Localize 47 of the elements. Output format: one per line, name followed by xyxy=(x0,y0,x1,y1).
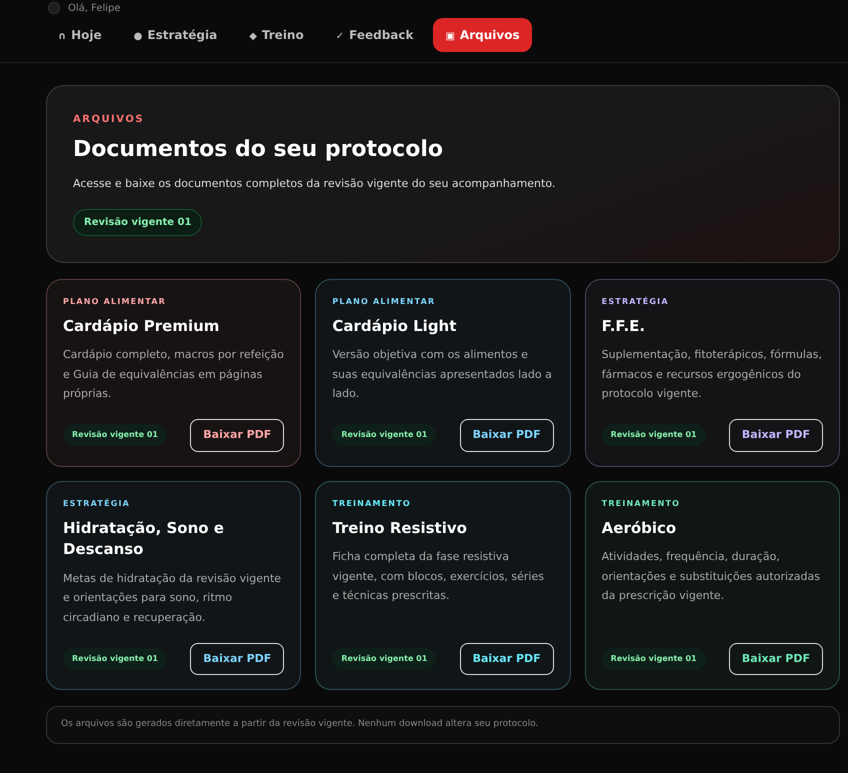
revision-badge: Revisão vigente 01 xyxy=(332,424,436,446)
card-description: Ficha completa da fase resistiva vigente, com blocos, exercícios, séries e técnicas prescritas. xyxy=(332,549,545,604)
greeting: Olá, Felipe xyxy=(68,2,121,16)
revision-badge: Revisão vigente 01 xyxy=(73,208,202,236)
card-description: Metas de hidratação da revisão vigente e orientações para sono, ritmo circadiano e recuperação. xyxy=(63,571,282,626)
download-button[interactable]: Baixar PDF xyxy=(728,419,823,452)
tab-icon: ✓ xyxy=(336,31,344,42)
section-eyebrow: ARQUIVOS xyxy=(73,113,146,127)
card-description: Suplementação, fitoterápicos, fórmulas, fármacos e recursos ergogênicos do protocolo vigente. xyxy=(602,347,823,402)
revision-badge: Revisão vigente 01 xyxy=(63,424,167,446)
download-button[interactable]: Baixar PDF xyxy=(728,642,823,676)
card-description: Cardápio completo, macros por refeição e Guia de equivalências em páginas próprias. xyxy=(63,347,284,402)
download-button[interactable]: Baixar PDF xyxy=(190,642,284,676)
nav-tab[interactable]: ▣ Arquivos xyxy=(433,18,532,52)
card-category: PLANO ALIMENTAR xyxy=(63,296,168,308)
card-category: PLANO ALIMENTAR xyxy=(332,296,436,308)
nav-tab[interactable]: ✓ Feedback xyxy=(324,18,426,52)
card-description: Versão objetiva com os alimentos e suas equivalências apresentados lado a lado. xyxy=(332,347,553,402)
footer-note: Os arquivos são gerados diretamente a partir da revisão vigente. Nenhum download altera seu protocolo. xyxy=(46,706,840,744)
page-description: Acesse e baixe os documentos completos da revisão vigente do seu acompanhamento. xyxy=(73,176,556,192)
download-button[interactable]: Baixar PDF xyxy=(190,419,284,452)
card-title: Hidratação, Sono e Descanso xyxy=(63,518,225,560)
tab-icon: ▣ xyxy=(445,31,455,42)
nav-tab[interactable]: ◆ Treino xyxy=(237,18,316,52)
tab-icon: ◆ xyxy=(249,31,257,42)
revision-badge: Revisão vigente 01 xyxy=(602,424,706,446)
avatar xyxy=(48,2,60,14)
card-category: TREINAMENTO xyxy=(602,498,682,510)
card-title: Cardápio Light xyxy=(332,316,458,336)
card-title: F.F.E. xyxy=(602,316,646,336)
download-button[interactable]: Baixar PDF xyxy=(460,419,554,452)
card-title: Treino Resistivo xyxy=(332,518,468,538)
revision-badge: Revisão vigente 01 xyxy=(332,648,436,670)
card-title: Aeróbico xyxy=(602,518,678,538)
card-title: Cardápio Premium xyxy=(63,316,220,336)
revision-badge: Revisão vigente 01 xyxy=(602,648,706,670)
card-description: Atividades, frequência, duração, orientações e substituições autorizadas da prescrição vigente. xyxy=(602,549,821,604)
nav-tab[interactable]: ∩ Hoje xyxy=(46,18,114,52)
card-category: TREINAMENTO xyxy=(332,498,412,510)
card-category: ESTRATÉGIA xyxy=(63,498,132,510)
tab-icon: ∩ xyxy=(58,31,66,42)
card-category: ESTRATÉGIA xyxy=(602,296,670,308)
page-title: Documentos do seu protocolo xyxy=(73,136,444,164)
tab-icon: ● xyxy=(134,31,142,42)
download-button[interactable]: Baixar PDF xyxy=(460,642,554,676)
revision-badge: Revisão vigente 01 xyxy=(63,648,167,670)
nav-tab[interactable]: ● Estratégia xyxy=(122,18,230,52)
